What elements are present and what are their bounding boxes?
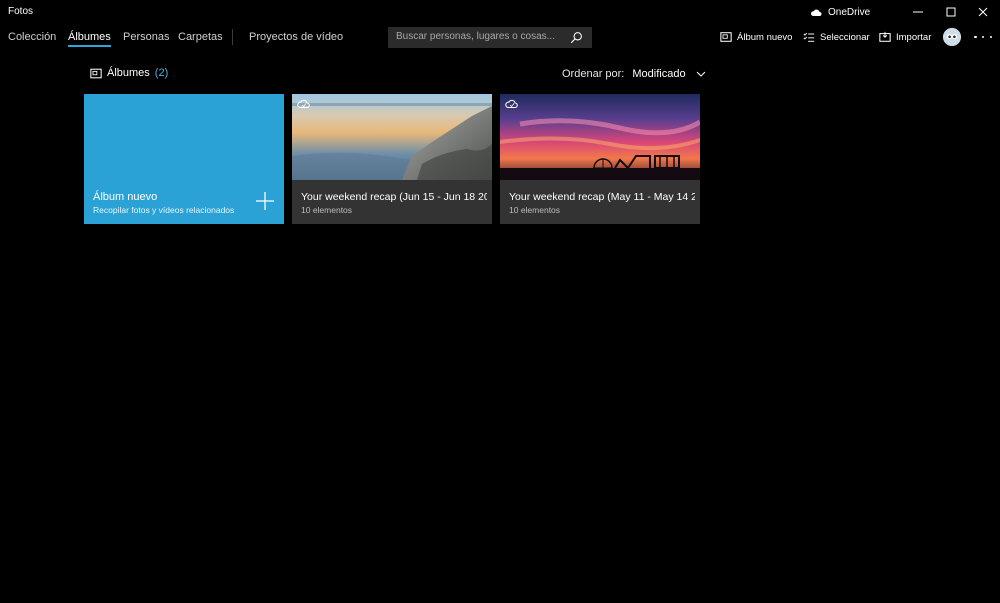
avatar-icon <box>943 28 961 46</box>
photos-app: Fotos OneDrive Colección Álbumes Persona… <box>0 0 1000 603</box>
album-thumbnail <box>500 94 700 180</box>
album-title: Your weekend recap (May 11 - May 14 20..… <box>509 191 695 203</box>
new-album-button[interactable]: Álbum nuevo <box>720 29 792 45</box>
album-title: Your weekend recap (Jun 15 - Jun 18 2018… <box>301 191 487 203</box>
album-icon <box>720 32 732 42</box>
nav-divider <box>232 29 233 45</box>
avatar[interactable] <box>943 28 961 46</box>
album-icon <box>90 68 102 78</box>
album-card[interactable]: Your weekend recap (Jun 15 - Jun 18 2018… <box>292 94 492 224</box>
cloud-icon <box>811 9 822 16</box>
select-button[interactable]: Seleccionar <box>803 29 870 45</box>
cloud-sync-icon <box>505 99 518 108</box>
select-label: Seleccionar <box>820 31 870 43</box>
tab-coleccion[interactable]: Colección <box>8 30 56 48</box>
import-label: Importar <box>896 31 932 43</box>
album-item-count: 10 elementos <box>301 205 353 215</box>
tab-albumes[interactable]: Álbumes <box>68 30 111 48</box>
cloud-sync-icon <box>297 99 310 108</box>
albums-count: (2) <box>154 67 169 79</box>
onedrive-status[interactable]: OneDrive <box>810 4 870 20</box>
close-button[interactable] <box>967 0 999 24</box>
more-options-button[interactable] <box>974 29 992 45</box>
plus-icon <box>256 192 274 210</box>
albums-title: Álbumes <box>107 67 150 79</box>
album-card[interactable]: Your weekend recap (May 11 - May 14 20..… <box>500 94 700 224</box>
import-button[interactable]: Importar <box>879 29 931 45</box>
new-album-card-title: Álbum nuevo <box>93 191 158 203</box>
minimize-button[interactable] <box>902 0 934 24</box>
new-album-label: Álbum nuevo <box>737 31 793 43</box>
select-list-icon <box>803 32 815 42</box>
search-input[interactable]: Buscar personas, lugares o cosas... <box>388 27 592 48</box>
dot <box>989 35 992 39</box>
sort-dropdown[interactable]: Ordenar por: Modificado <box>562 66 706 82</box>
search-placeholder: Buscar personas, lugares o cosas... <box>396 31 555 42</box>
close-icon <box>978 7 988 17</box>
maximize-icon <box>946 7 956 17</box>
tab-personas[interactable]: Personas <box>123 30 169 48</box>
import-icon <box>879 31 891 42</box>
albums-heading: Álbumes (2) <box>90 65 168 81</box>
search-icon[interactable] <box>570 31 583 44</box>
sort-value: Modificado <box>632 68 686 80</box>
album-thumbnail <box>292 94 492 180</box>
onedrive-label: OneDrive <box>828 6 871 18</box>
minimize-icon <box>913 11 923 13</box>
maximize-button[interactable] <box>935 0 967 24</box>
new-album-card-subtitle: Recopilar fotos y vídeos relacionados <box>93 205 235 215</box>
sort-label: Ordenar por: <box>562 68 625 80</box>
dot <box>981 35 985 39</box>
title-bar: Fotos OneDrive <box>0 0 1000 24</box>
dot <box>974 35 977 39</box>
tab-proyectos-de-video[interactable]: Proyectos de vídeo <box>249 30 343 48</box>
chevron-down-icon <box>696 71 705 77</box>
tab-carpetas[interactable]: Carpetas <box>178 30 223 48</box>
new-album-card[interactable]: Álbum nuevo Recopilar fotos y vídeos rel… <box>84 94 284 224</box>
album-item-count: 10 elementos <box>509 205 561 215</box>
app-title: Fotos <box>8 6 34 17</box>
